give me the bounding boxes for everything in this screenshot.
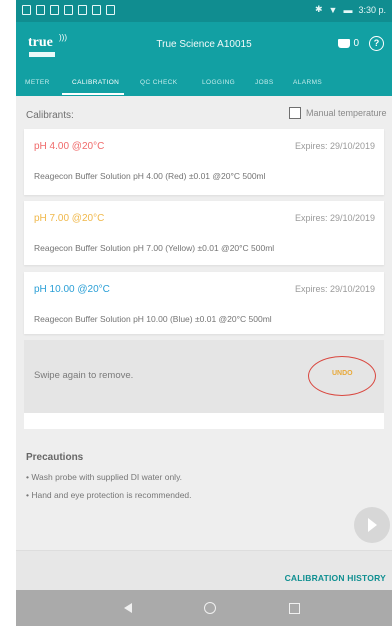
calibrant-expiry: Expires: 29/10/2019 xyxy=(294,284,375,294)
manual-temperature-checkbox[interactable] xyxy=(289,107,301,119)
list-bottom-strip xyxy=(24,413,384,429)
notification-icon xyxy=(64,5,73,15)
precautions-title: Precautions xyxy=(26,452,84,463)
calibrant-description: Reagecon Buffer Solution pH 4.00 (Red) ±… xyxy=(34,171,266,181)
notification-icons xyxy=(22,5,115,15)
manual-temperature-toggle[interactable]: Manual temperature xyxy=(289,107,387,119)
cart-button[interactable]: 0 xyxy=(338,38,359,49)
calibrant-expiry: Expires: 29/10/2019 xyxy=(294,141,375,151)
app-bar-actions: 0 ? xyxy=(338,36,384,51)
calibrant-card[interactable]: pH 4.00 @20°C Expires: 29/10/2019 Reagec… xyxy=(24,129,384,195)
undo-label: UNDO xyxy=(332,370,353,377)
battery-icon: ▬ xyxy=(343,4,353,15)
calibrants-label: Calibrants: xyxy=(26,110,74,121)
status-bar: ✱ ▼ ▬ 3:30 p. xyxy=(16,0,392,22)
wifi-icon: ▼ xyxy=(328,4,338,15)
tab-meter[interactable]: METER xyxy=(25,79,50,86)
home-icon[interactable] xyxy=(204,602,216,614)
calibrant-title: pH 7.00 @20°C xyxy=(34,213,105,224)
calibrant-description: Reagecon Buffer Solution pH 10.00 (Blue)… xyxy=(34,314,272,324)
play-icon xyxy=(368,518,377,532)
notification-icon xyxy=(22,5,31,15)
notification-icon xyxy=(106,5,115,15)
system-nav-bar xyxy=(16,590,392,626)
footer-bar: CALIBRATION HISTORY xyxy=(16,550,392,591)
device-frame: ✱ ▼ ▬ 3:30 p. true ))) True Science A100… xyxy=(0,0,392,626)
calibrant-title: pH 10.00 @20°C xyxy=(34,284,110,295)
precautions-section: Precautions • Wash probe with supplied D… xyxy=(16,440,392,548)
manual-temperature-label: Manual temperature xyxy=(306,108,387,118)
logo-underline xyxy=(29,52,55,57)
tab-logging[interactable]: LOGGING xyxy=(202,79,235,86)
tab-alarms[interactable]: ALARMS xyxy=(293,79,322,86)
tab-bar: METER CALIBRATION QC CHECK LOGGING JOBS … xyxy=(16,70,392,96)
calibrant-expiry: Expires: 29/10/2019 xyxy=(294,213,375,223)
status-indicators: ✱ ▼ ▬ 3:30 p. xyxy=(315,4,386,15)
help-icon[interactable]: ? xyxy=(369,36,384,51)
app-bar: true ))) True Science A10015 0 ? xyxy=(16,22,392,70)
precaution-item: • Hand and eye protection is recommended… xyxy=(26,490,192,500)
start-calibration-button[interactable] xyxy=(354,507,390,543)
cart-count: 0 xyxy=(353,38,359,49)
calibrant-description: Reagecon Buffer Solution pH 7.00 (Yellow… xyxy=(34,243,275,253)
swipe-remove-card[interactable]: Swipe again to remove. UNDO xyxy=(24,340,384,413)
calibrant-card[interactable]: pH 7.00 @20°C Expires: 29/10/2019 Reagec… xyxy=(24,201,384,265)
undo-button[interactable]: UNDO xyxy=(308,356,376,396)
back-icon[interactable] xyxy=(124,603,132,613)
calibration-history-button[interactable]: CALIBRATION HISTORY xyxy=(285,573,386,583)
app-screen: ✱ ▼ ▬ 3:30 p. true ))) True Science A100… xyxy=(16,0,392,626)
notification-icon xyxy=(36,5,45,15)
calibrant-title: pH 4.00 @20°C xyxy=(34,141,105,152)
precaution-item: • Wash probe with supplied DI water only… xyxy=(26,472,183,482)
tab-qc-check[interactable]: QC CHECK xyxy=(140,79,178,86)
recent-apps-icon[interactable] xyxy=(289,603,300,614)
cart-icon xyxy=(338,39,351,48)
device-title: True Science A10015 xyxy=(156,39,252,50)
active-tab-indicator xyxy=(62,93,124,95)
notification-icon xyxy=(92,5,101,15)
bezel xyxy=(0,0,16,626)
tab-jobs[interactable]: JOBS xyxy=(255,79,274,86)
notification-icon xyxy=(50,5,59,15)
notification-icon xyxy=(78,5,87,15)
swipe-message: Swipe again to remove. xyxy=(34,370,134,381)
calibrant-card[interactable]: pH 10.00 @20°C Expires: 29/10/2019 Reage… xyxy=(24,272,384,334)
tab-calibration[interactable]: CALIBRATION xyxy=(72,79,119,86)
bluetooth-icon: ✱ xyxy=(315,4,323,14)
status-time: 3:30 p. xyxy=(358,4,386,15)
